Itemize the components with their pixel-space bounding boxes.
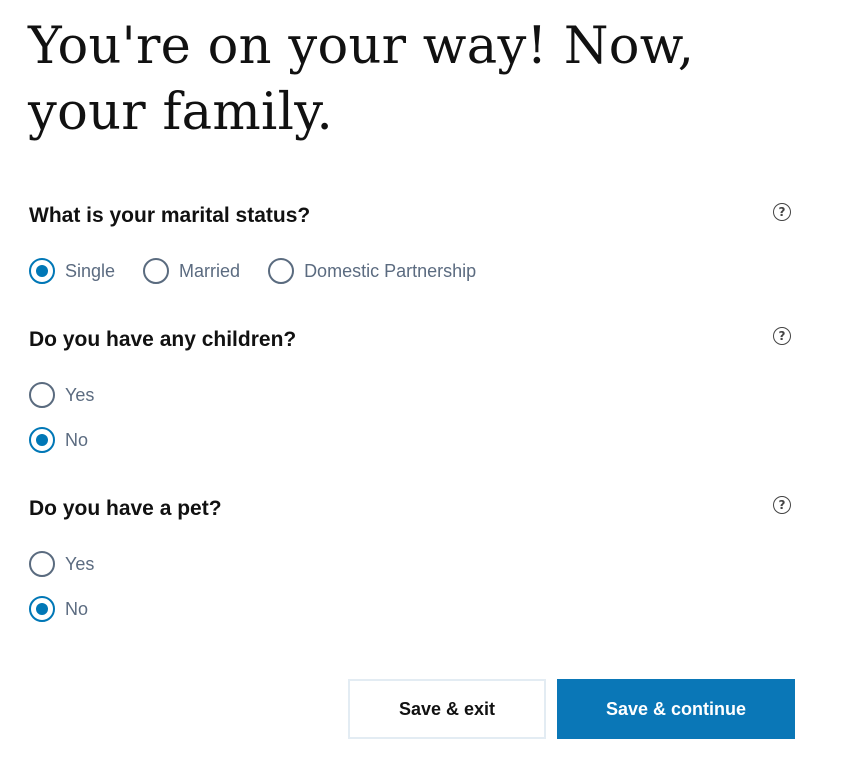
marital-option-domestic-partnership-label: Domestic Partnership — [304, 260, 477, 281]
children-help-icon[interactable]: ? — [773, 327, 791, 345]
children-question: Do you have any children? ? Yes No — [29, 325, 795, 453]
radio-checked-icon — [29, 258, 55, 284]
pet-option-no[interactable]: No — [29, 596, 795, 622]
pet-help-icon[interactable]: ? — [773, 496, 791, 514]
pet-option-yes-label: Yes — [65, 553, 95, 574]
radio-checked-icon — [29, 427, 55, 453]
pet-heading: Do you have a pet? ? — [29, 494, 795, 524]
marital-status-heading: What is your marital status? ? — [29, 201, 795, 231]
children-options: Yes No — [29, 382, 795, 453]
marital-option-married[interactable]: Married — [143, 258, 240, 284]
radio-unchecked-icon — [268, 258, 295, 284]
marital-status-help-icon[interactable]: ? — [773, 203, 791, 221]
marital-status-label: What is your marital status? — [29, 204, 311, 227]
radio-unchecked-icon — [143, 258, 170, 284]
radio-unchecked-icon — [29, 382, 55, 408]
radio-unchecked-icon — [29, 551, 55, 577]
radio-checked-icon — [29, 596, 55, 622]
children-option-yes-label: Yes — [65, 384, 95, 405]
pet-question: Do you have a pet? ? Yes No — [29, 494, 795, 622]
pet-label: Do you have a pet? — [29, 497, 222, 520]
marital-status-question: What is your marital status? ? Single Ma… — [29, 201, 795, 284]
marital-option-single[interactable]: Single — [29, 258, 115, 284]
marital-option-married-label: Married — [179, 260, 241, 281]
save-exit-button[interactable]: Save & exit — [348, 679, 546, 739]
pet-option-no-label: No — [65, 598, 89, 619]
children-option-yes[interactable]: Yes — [29, 382, 795, 408]
marital-status-options: Single Married Domestic Partnership — [29, 258, 795, 284]
marital-option-single-label: Single — [65, 260, 116, 281]
pet-option-yes[interactable]: Yes — [29, 551, 795, 577]
marital-option-domestic-partnership[interactable]: Domestic Partnership — [268, 258, 476, 284]
page-title: You're on your way! Now, your family. — [28, 17, 695, 142]
pet-options: Yes No — [29, 551, 795, 622]
save-continue-button[interactable]: Save & continue — [557, 679, 795, 739]
children-option-no[interactable]: No — [29, 427, 795, 453]
children-label: Do you have any children? — [29, 328, 297, 351]
children-option-no-label: No — [65, 429, 89, 450]
children-heading: Do you have any children? ? — [29, 325, 795, 355]
